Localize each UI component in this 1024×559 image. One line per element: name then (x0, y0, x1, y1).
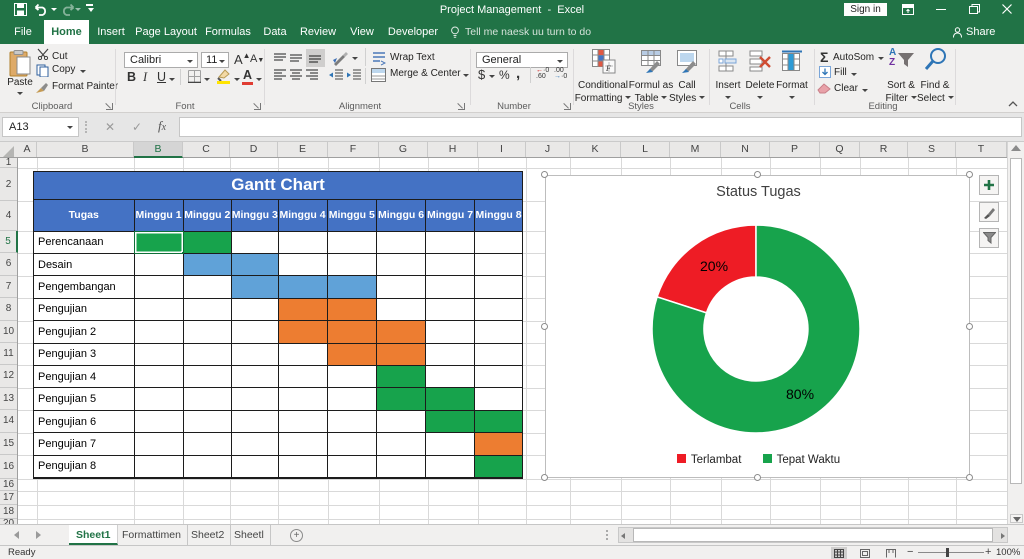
svg-text:F: F (605, 64, 611, 73)
